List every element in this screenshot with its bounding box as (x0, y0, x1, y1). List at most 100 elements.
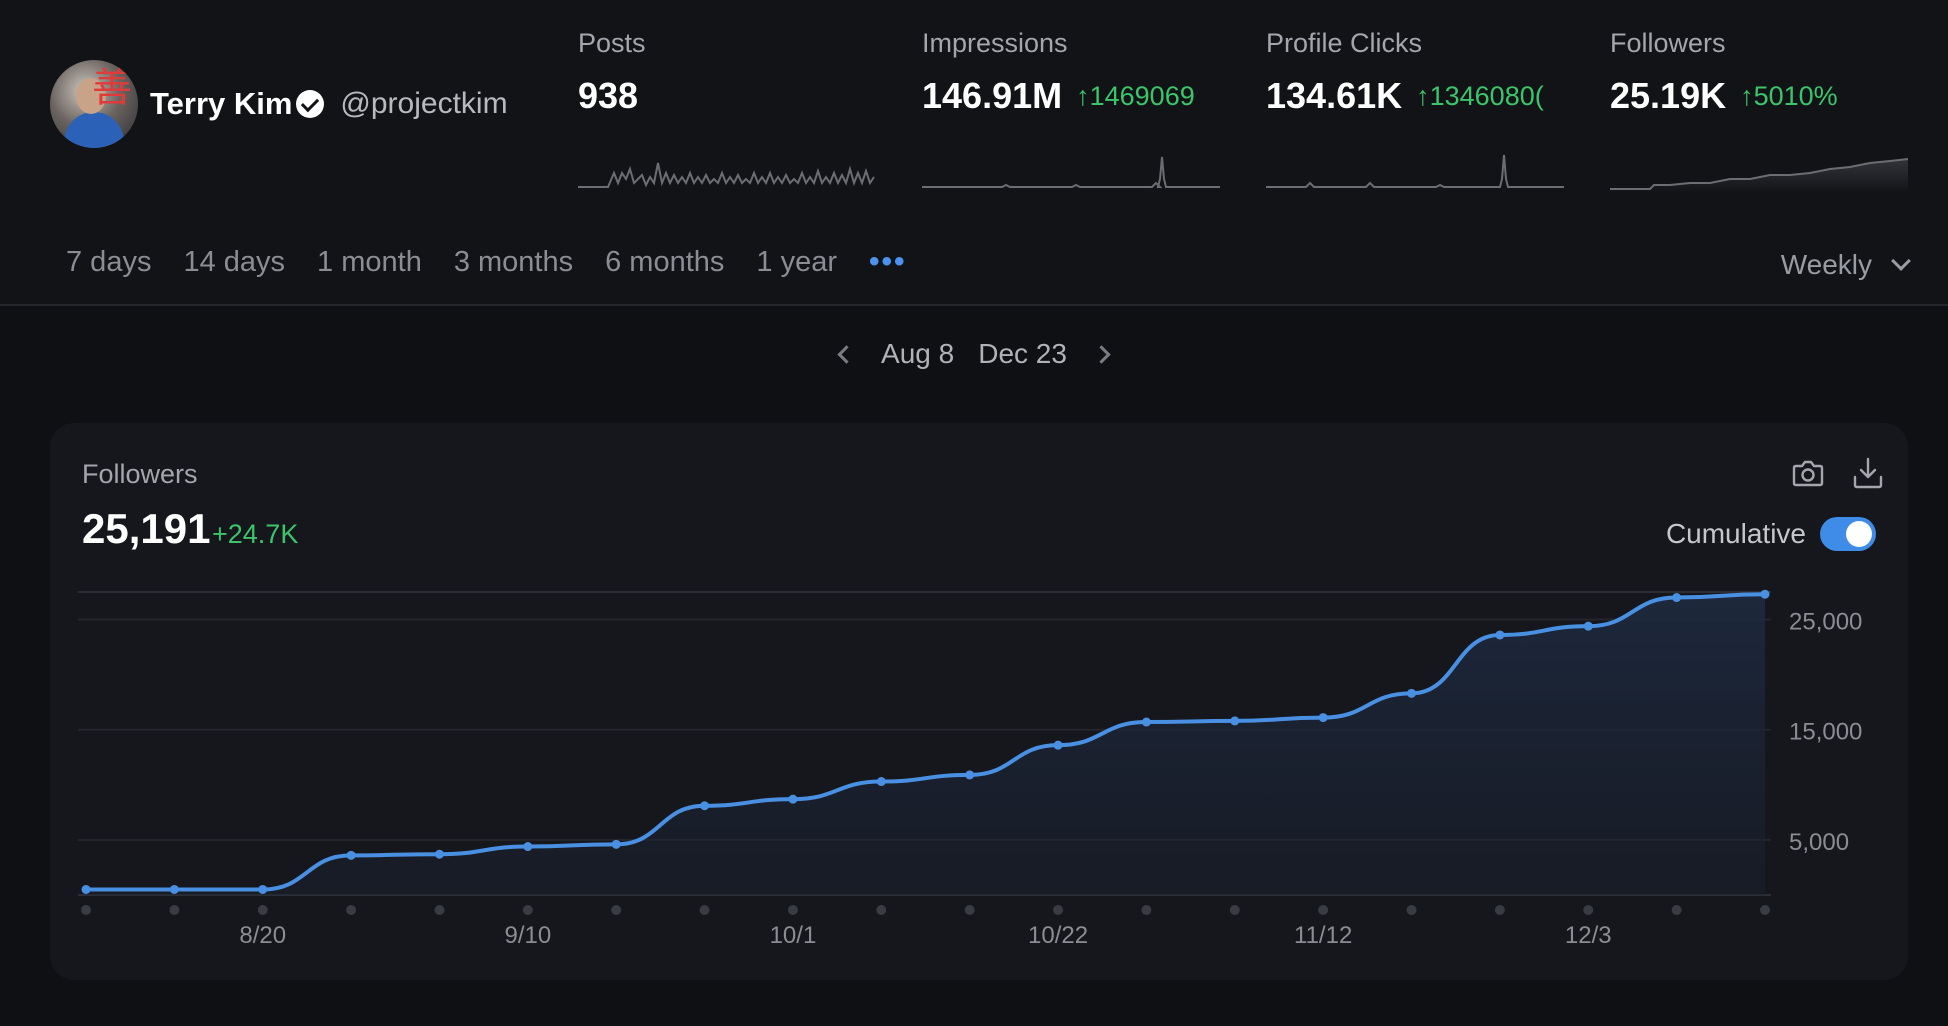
data-point (1672, 593, 1682, 603)
data-point (788, 794, 798, 804)
more-periods-button[interactable]: ••• (869, 245, 907, 279)
cumulative-toggle[interactable] (1820, 517, 1876, 551)
period-1-month[interactable]: 1 month (317, 246, 422, 279)
stats-header: 善 Terry Kim @projectkim Posts 938 Impres… (0, 0, 1948, 305)
x-tick-label: 9/10 (504, 922, 551, 949)
x-tick-dot (876, 905, 887, 915)
y-tick-label: 25,000 (1789, 609, 1862, 636)
x-tick-label: 11/12 (1294, 922, 1352, 949)
x-tick-dot (699, 905, 710, 915)
period-6-months[interactable]: 6 months (605, 246, 724, 279)
metric-profile-clicks[interactable]: Profile Clicks 134.61K ↑1346080( (1266, 28, 1566, 188)
granularity-value: Weekly (1780, 249, 1872, 280)
verified-icon (296, 90, 325, 118)
x-tick-dot (1229, 905, 1240, 915)
x-tick-dot (1760, 905, 1770, 915)
chart-total-delta: +24.7K (212, 519, 299, 549)
metric-posts[interactable]: Posts 938 (578, 28, 878, 188)
x-tick-label: 10/22 (1028, 922, 1088, 949)
chevron-right-icon[interactable] (1092, 344, 1111, 364)
x-tick-dot (434, 905, 445, 915)
date-range-start: Aug 8 (881, 338, 955, 369)
data-point (1760, 589, 1770, 599)
x-tick-dot (1053, 905, 1064, 915)
profile-handle: @projectkim (340, 87, 508, 120)
data-point (1141, 717, 1151, 727)
metric-followers[interactable]: Followers 25.19K ↑5010% (1610, 28, 1910, 193)
chart-title: Followers (82, 459, 198, 489)
metric-impressions[interactable]: Impressions 146.91M ↑1469069 (922, 28, 1222, 188)
metric-label: Posts (578, 28, 646, 58)
x-tick-label: 12/3 (1565, 922, 1612, 949)
date-range-navigator: Aug 8 Dec 23 (0, 338, 1948, 370)
data-point (1318, 713, 1328, 723)
x-tick-dot (1494, 905, 1505, 915)
period-7-days[interactable]: 7 days (66, 246, 151, 279)
x-tick-dot (81, 905, 91, 915)
metric-value: 938 (578, 75, 639, 116)
data-point (1583, 621, 1593, 631)
followers-chart: 5,000 15,000 25,000 8/20 9/10 10/1 10/22 11/12 1… (78, 589, 1862, 949)
metric-label: Followers (1610, 28, 1726, 58)
posts-sparkline (578, 162, 875, 188)
data-point (965, 770, 975, 780)
x-tick-dot (611, 905, 622, 915)
x-tick-label: 10/1 (770, 922, 817, 949)
metric-delta: ↑5010% (1740, 80, 1838, 111)
period-1-year[interactable]: 1 year (756, 246, 837, 279)
data-point (434, 849, 444, 859)
data-point (1495, 630, 1505, 640)
period-14-days[interactable]: 14 days (183, 246, 285, 279)
x-tick-dot (522, 905, 533, 915)
data-point (523, 842, 533, 852)
arrow-up-icon: ↑ (1076, 80, 1090, 111)
arrow-up-icon: ↑ (1740, 80, 1754, 111)
camera-icon[interactable] (1788, 453, 1828, 493)
metric-value: 134.61K (1266, 75, 1403, 116)
profile-name: Terry Kim (150, 86, 325, 122)
data-point (700, 801, 710, 811)
impressions-sparkline (922, 156, 1220, 188)
metric-delta: ↑1469069 (1076, 80, 1195, 111)
area-fill (86, 594, 1765, 895)
divider (0, 304, 1948, 306)
profile-clicks-sparkline (1266, 154, 1564, 188)
x-tick-dot (787, 905, 798, 915)
profile[interactable]: 善 Terry Kim @projectkim (50, 60, 508, 148)
profile-name-text: Terry Kim (150, 86, 293, 121)
metric-delta: ↑1346080( (1416, 80, 1544, 111)
chart-total-value: 25,191 (82, 505, 211, 552)
x-tick-dot (257, 905, 268, 915)
data-point (1053, 740, 1063, 750)
metric-value: 25.19K (1610, 75, 1727, 116)
x-tick-dot (1671, 905, 1682, 915)
y-tick-label: 5,000 (1789, 829, 1849, 856)
download-icon[interactable] (1848, 453, 1888, 493)
followers-chart-card: 5,000 15,000 25,000 8/20 9/10 10/1 10/22 11/12 1… (50, 423, 1908, 980)
avatar[interactable]: 善 (50, 60, 138, 148)
x-tick-dot (1318, 905, 1329, 915)
x-tick-dot (346, 905, 357, 915)
y-tick-label: 15,000 (1789, 719, 1862, 746)
date-range-end: Dec 23 (978, 338, 1067, 369)
x-tick-dot (1141, 905, 1152, 915)
cumulative-toggle-group: Cumulative (1666, 517, 1876, 551)
cumulative-label: Cumulative (1665, 518, 1806, 549)
chevron-down-icon (1891, 251, 1911, 271)
x-tick-dot (1406, 905, 1417, 915)
data-point (1230, 716, 1240, 726)
metric-label: Profile Clicks (1266, 28, 1423, 58)
arrow-up-icon: ↑ (1416, 80, 1430, 111)
metric-label: Impressions (922, 28, 1068, 58)
x-tick-dot (1583, 905, 1594, 915)
data-point (81, 884, 91, 894)
data-point (169, 884, 179, 894)
data-point (346, 850, 356, 860)
x-tick-label: 8/20 (239, 922, 286, 949)
x-tick-dot (169, 905, 180, 915)
period-3-months[interactable]: 3 months (454, 246, 573, 279)
granularity-dropdown[interactable]: Weekly (1780, 249, 1911, 281)
chevron-left-icon[interactable] (837, 344, 856, 364)
metric-value: 146.91M (922, 75, 1063, 116)
data-point (876, 777, 886, 787)
